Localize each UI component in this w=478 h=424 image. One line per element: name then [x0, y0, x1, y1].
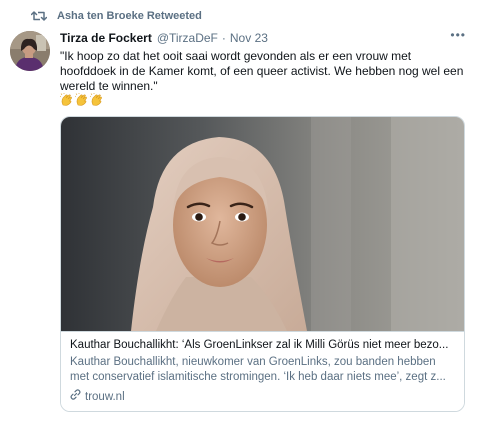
- retweet-context: Asha ten Broeke Retweeted: [31, 7, 202, 25]
- clapping-hands-icon: [89, 93, 104, 112]
- card-domain[interactable]: trouw.nl: [70, 389, 455, 405]
- clapping-hands-icon: [59, 93, 74, 112]
- card-info[interactable]: Kauthar Bouchallikht: ‘Als GroenLinkser …: [61, 331, 464, 411]
- tweet[interactable]: Asha ten Broeke Retweeted Tirza de Focke…: [0, 0, 478, 424]
- retweet-label[interactable]: Asha ten Broeke Retweeted: [57, 10, 202, 22]
- display-name[interactable]: Tirza de Fockert: [60, 31, 152, 45]
- tweet-text: "Ik hoop zo dat het ooit saai wordt gevo…: [60, 49, 464, 93]
- link-icon: [70, 389, 85, 405]
- emoji-row: [59, 93, 104, 112]
- separator-dot: ·: [221, 31, 226, 45]
- retweet-icon: [31, 9, 47, 23]
- link-card[interactable]: Kauthar Bouchallikht: ‘Als GroenLinkser …: [60, 116, 465, 412]
- card-domain-label: trouw.nl: [85, 390, 125, 403]
- tweet-header: Tirza de Fockert @TirzaDeF · Nov 23 •••: [60, 29, 470, 46]
- card-title[interactable]: Kauthar Bouchallikht: ‘Als GroenLinkser …: [70, 338, 455, 353]
- card-image[interactable]: [61, 117, 464, 331]
- card-description: Kauthar Bouchallikht, nieuwkomer van Gro…: [70, 356, 446, 383]
- timestamp[interactable]: Nov 23: [230, 31, 268, 45]
- more-options-icon[interactable]: •••: [450, 29, 466, 41]
- clapping-hands-icon: [74, 93, 89, 112]
- user-handle[interactable]: @TirzaDeF: [157, 31, 218, 45]
- avatar[interactable]: [10, 31, 50, 71]
